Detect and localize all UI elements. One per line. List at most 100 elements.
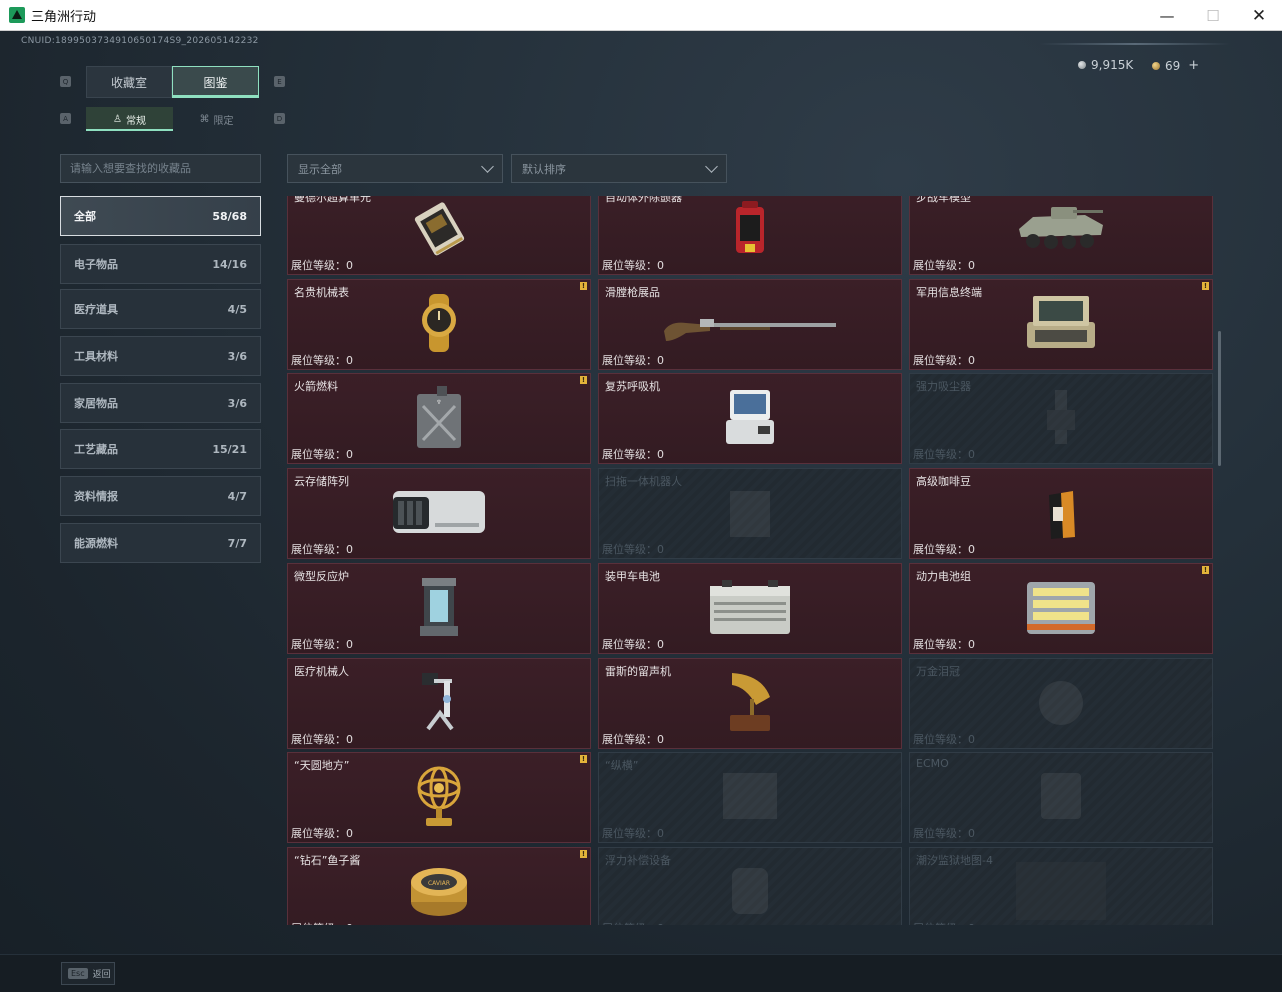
category-fuel[interactable]: 能源燃料 7/7 bbox=[60, 523, 261, 563]
coffee-bag-icon bbox=[1041, 481, 1081, 547]
tab-catalog[interactable]: 图鉴 bbox=[172, 66, 259, 98]
sort-value: 默认排序 bbox=[522, 162, 566, 176]
add-currency-button[interactable]: + bbox=[1188, 58, 1199, 73]
item-name: 步战车模型 bbox=[916, 196, 971, 204]
musket-icon bbox=[660, 301, 840, 349]
item-name: “天圆地方” bbox=[294, 759, 350, 772]
battery-box-icon bbox=[704, 576, 796, 642]
armillary-icon bbox=[412, 762, 466, 834]
collection-item-card[interactable]: 万金泪冠 展位等级：0 bbox=[909, 658, 1213, 749]
category-count: 4/7 bbox=[227, 489, 247, 503]
category-count: 4/5 bbox=[227, 302, 247, 316]
chevron-down-icon bbox=[481, 159, 494, 173]
new-badge-icon: ! bbox=[580, 850, 587, 858]
collection-item-card[interactable]: 浮力补偿设备展位等级：0 bbox=[598, 847, 902, 925]
sort-dropdown[interactable]: 默认排序 bbox=[511, 154, 727, 183]
collection-item-card[interactable]: 潮汐监狱地图-4 展位等级：0 bbox=[909, 847, 1213, 925]
category-electronics[interactable]: 电子物品 14/16 bbox=[60, 244, 261, 284]
collection-item-card[interactable]: 复苏呼吸机 展位等级：0 bbox=[598, 373, 902, 464]
gramophone-icon bbox=[722, 669, 778, 739]
item-level: 展位等级：0 bbox=[291, 543, 353, 556]
collection-item-card[interactable]: “纵横” 展位等级：0 bbox=[598, 752, 902, 843]
item-name: 浮力补偿设备 bbox=[605, 854, 671, 867]
bcd-icon bbox=[720, 860, 780, 926]
category-count: 15/21 bbox=[212, 442, 247, 456]
new-badge-icon: ! bbox=[580, 755, 587, 763]
item-level: 展位等级：0 bbox=[913, 543, 975, 556]
silver-amount: 9,915K bbox=[1091, 58, 1134, 72]
item-name: 名贵机械表 bbox=[294, 286, 349, 299]
back-button[interactable]: Esc 返回 bbox=[61, 962, 115, 985]
collection-item-card[interactable]: 强力吸尘器 展位等级：0 bbox=[909, 373, 1213, 464]
collection-item-card[interactable]: 云存储阵列 展位等级：0 bbox=[287, 468, 591, 559]
item-name: 微型反应炉 bbox=[294, 570, 349, 583]
category-tools[interactable]: 工具材料 3/6 bbox=[60, 336, 261, 376]
item-name: 高级咖啡豆 bbox=[916, 475, 971, 488]
collection-item-card[interactable]: 步战车模型展位等级：0 bbox=[909, 196, 1213, 275]
collection-item-card[interactable]: “天圆地方” 展位等级：0! bbox=[287, 752, 591, 843]
maximize-button[interactable]: ☐ bbox=[1190, 0, 1236, 31]
category-label: 医疗道具 bbox=[74, 303, 118, 316]
category-intel[interactable]: 资料情报 4/7 bbox=[60, 476, 261, 516]
collection-item-card[interactable]: “钻石”鱼子酱 CAVIAR 展位等级：0! bbox=[287, 847, 591, 925]
category-count: 7/7 bbox=[227, 536, 247, 550]
item-name: 装甲车电池 bbox=[605, 570, 660, 583]
gold-currency[interactable]: 69 + bbox=[1152, 58, 1199, 73]
item-level: 展位等级：0 bbox=[602, 638, 664, 651]
item-name: “纵横” bbox=[605, 759, 639, 772]
new-badge-icon: ! bbox=[580, 282, 587, 290]
item-level: 展位等级：0 bbox=[602, 354, 664, 367]
medical-robot-icon bbox=[416, 669, 462, 739]
ventilator-icon bbox=[718, 386, 782, 452]
bottom-bar: Esc 返回 bbox=[0, 954, 1282, 992]
esc-key-hint: Esc bbox=[68, 968, 88, 979]
category-all[interactable]: 全部 58/68 bbox=[60, 196, 261, 236]
map-icon bbox=[1016, 860, 1106, 926]
decor-line bbox=[1040, 43, 1230, 45]
collection-item-card[interactable]: 扫拖一体机器人 展位等级：0 bbox=[598, 468, 902, 559]
item-level: 展位等级：0 bbox=[291, 354, 353, 367]
collection-item-card[interactable]: 雷斯的留声机 展位等级：0 bbox=[598, 658, 902, 749]
grid-scrollbar[interactable] bbox=[1218, 331, 1221, 466]
subtab-regular[interactable]: ♙ 常规 bbox=[86, 107, 173, 131]
collection-item-card[interactable]: 滑膛枪展品 展位等级：0 bbox=[598, 279, 902, 370]
collection-item-card[interactable]: 名贵机械表展位等级：0! bbox=[287, 279, 591, 370]
collection-item-card[interactable]: 曼德尔超算单元展位等级：0! bbox=[287, 196, 591, 275]
reactor-icon bbox=[414, 574, 464, 644]
search-input[interactable] bbox=[60, 154, 261, 183]
collection-item-card[interactable]: 微型反应炉 展位等级：0 bbox=[287, 563, 591, 654]
collection-item-card[interactable]: 装甲车电池展位等级：0 bbox=[598, 563, 902, 654]
collection-item-card[interactable]: 军用信息终端 展位等级：0! bbox=[909, 279, 1213, 370]
close-button[interactable]: ✕ bbox=[1236, 0, 1282, 31]
collection-item-card[interactable]: 自动体外除颤器 展位等级：0 bbox=[598, 196, 902, 275]
category-household[interactable]: 家居物品 3/6 bbox=[60, 383, 261, 423]
crown-icon bbox=[1031, 671, 1091, 737]
chessboard-icon bbox=[715, 765, 785, 831]
delta-force-logo-icon bbox=[9, 7, 25, 23]
collection-item-card[interactable]: 动力电池组 展位等级：0! bbox=[909, 563, 1213, 654]
cpu-unit-icon bbox=[408, 197, 470, 263]
collection-item-card[interactable]: 高级咖啡豆展位等级：0 bbox=[909, 468, 1213, 559]
battery-pack-icon bbox=[1021, 576, 1101, 642]
tab-collection-room[interactable]: 收藏室 bbox=[86, 66, 172, 98]
subtab-limited[interactable]: ⌘ 限定 bbox=[173, 107, 260, 131]
category-crafts[interactable]: 工艺藏品 15/21 bbox=[60, 429, 261, 469]
watch-icon bbox=[411, 292, 467, 358]
game-canvas: CNUID:1899503734910650174S9_202605142232… bbox=[0, 31, 1282, 992]
terminal-icon bbox=[1021, 292, 1101, 358]
item-level: 展位等级：0 bbox=[291, 448, 353, 461]
minimize-button[interactable]: — bbox=[1144, 0, 1190, 31]
item-level: 展位等级：0 bbox=[913, 733, 975, 746]
item-name: 军用信息终端 bbox=[916, 286, 982, 299]
collection-item-card[interactable]: ECMO 展位等级：0 bbox=[909, 752, 1213, 843]
display-filter-value: 显示全部 bbox=[298, 162, 342, 176]
item-name: 潮汐监狱地图-4 bbox=[916, 854, 993, 867]
item-level: 展位等级：0 bbox=[913, 259, 975, 272]
collection-item-card[interactable]: 医疗机械人 展位等级：0 bbox=[287, 658, 591, 749]
category-medical[interactable]: 医疗道具 4/5 bbox=[60, 289, 261, 329]
display-filter-dropdown[interactable]: 显示全部 bbox=[287, 154, 503, 183]
defibrillator-icon bbox=[730, 197, 770, 263]
collection-item-card[interactable]: 火箭燃料 ♆ 展位等级：0! bbox=[287, 373, 591, 464]
item-name: ECMO bbox=[916, 757, 949, 770]
category-label: 工艺藏品 bbox=[74, 443, 118, 456]
